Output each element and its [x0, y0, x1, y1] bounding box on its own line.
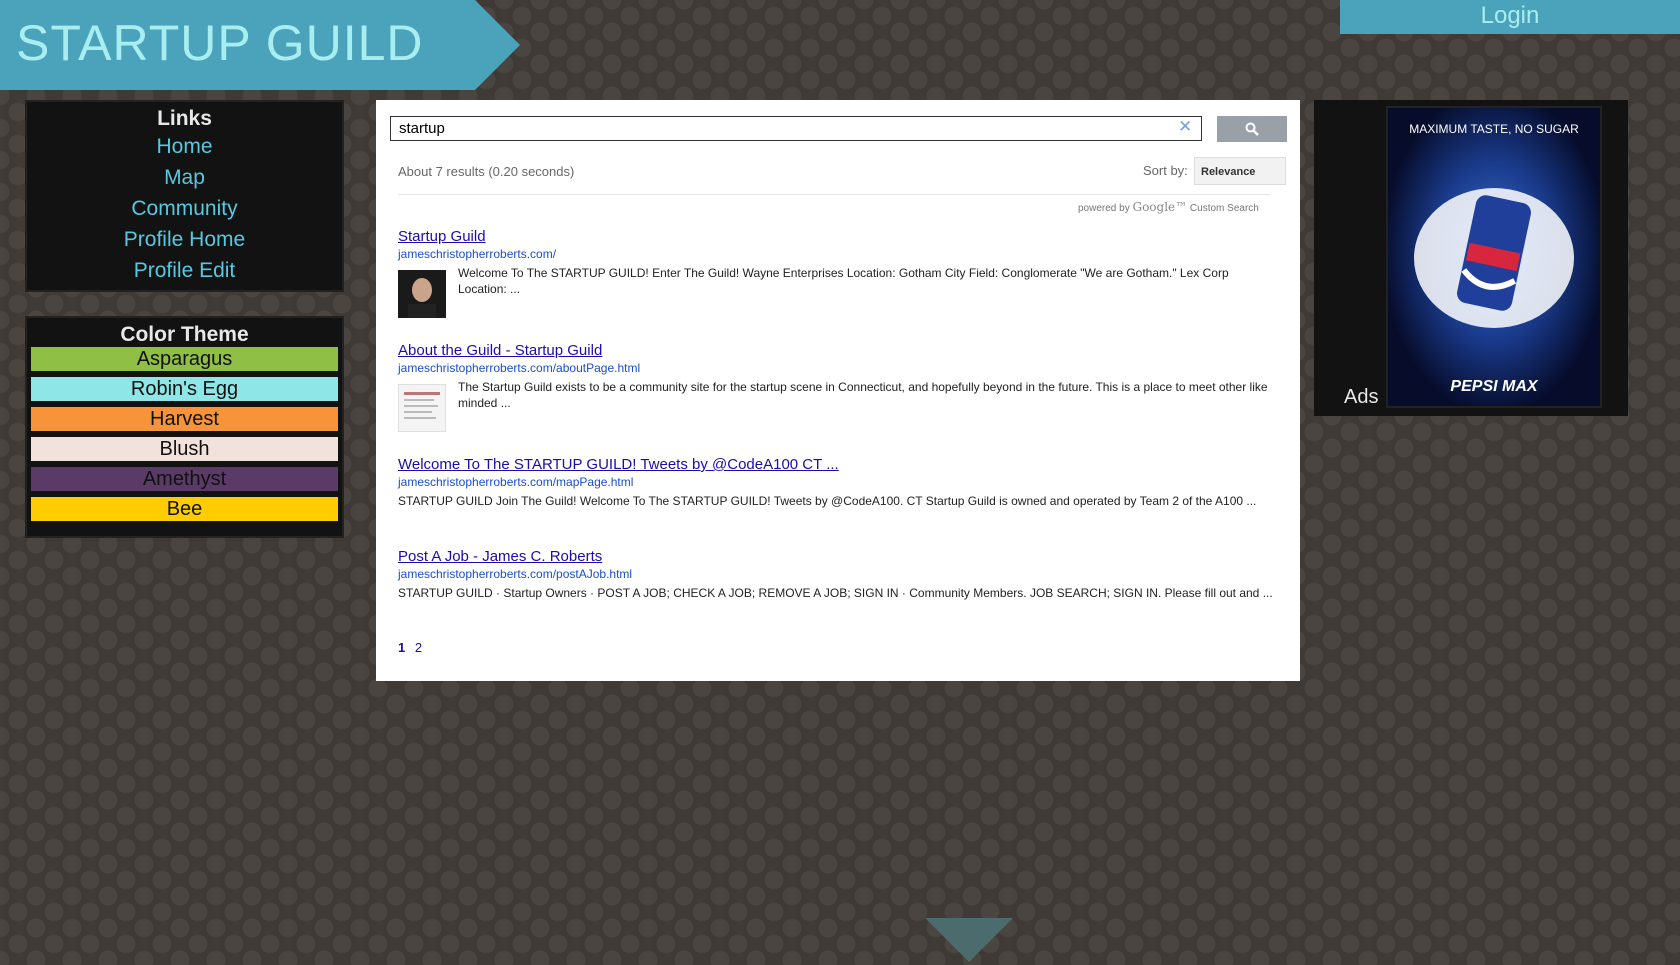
search-result: Welcome To The STARTUP GUILD! Tweets by … [398, 456, 1278, 509]
ad-brand: PEPSI MAX [1450, 378, 1538, 395]
search-icon [1245, 122, 1259, 136]
theme-swatch-asparagus[interactable]: Asparagus [31, 347, 338, 371]
nav-link-profile-edit[interactable]: Profile Edit [27, 255, 342, 286]
result-thumbnail-avatar[interactable] [398, 270, 446, 318]
results-divider [398, 194, 1270, 195]
ads-label: Ads [1344, 386, 1379, 408]
scroll-down-arrow-icon[interactable] [925, 918, 1013, 962]
result-title-link[interactable]: About the Guild - Startup Guild [398, 342, 1278, 359]
result-snippet: Welcome To The STARTUP GUILD! Enter The … [458, 266, 1229, 296]
result-snippet: STARTUP GUILD · Startup Owners · POST A … [398, 586, 1273, 600]
links-heading: Links [157, 107, 212, 130]
search-input[interactable] [390, 116, 1202, 141]
color-theme-heading: Color Theme [120, 323, 249, 346]
nav-link-profile-home[interactable]: Profile Home [27, 224, 342, 255]
result-url[interactable]: jameschristopherroberts.com/ [398, 247, 1278, 261]
result-snippet: The Startup Guild exists to be a communi… [458, 380, 1268, 410]
search-result: Startup Guild jameschristopherroberts.co… [398, 228, 1278, 318]
search-button[interactable] [1217, 116, 1287, 142]
soda-can-icon [1414, 188, 1574, 328]
color-theme-panel: Color Theme Asparagus Robin's Egg Harves… [25, 316, 344, 538]
result-url[interactable]: jameschristopherroberts.com/aboutPage.ht… [398, 361, 1278, 375]
result-title-link[interactable]: Welcome To The STARTUP GUILD! Tweets by … [398, 456, 1278, 473]
theme-swatch-harvest[interactable]: Harvest [31, 407, 338, 431]
ad-tagline: MAXIMUM TASTE, NO SUGAR [1409, 122, 1579, 136]
nav-link-community[interactable]: Community [27, 193, 342, 224]
ads-panel: MAXIMUM TASTE, NO SUGAR PEPSI MAX Ads [1314, 100, 1628, 416]
sort-by-select[interactable]: Relevance [1194, 157, 1286, 185]
search-result: About the Guild - Startup Guild jameschr… [398, 342, 1278, 432]
pagination: 1 2 [398, 640, 428, 655]
powered-by-google: powered by Google™ Custom Search [1078, 200, 1259, 214]
clear-search-icon[interactable]: ✕ [1178, 117, 1192, 137]
result-stats: About 7 results (0.20 seconds) [398, 164, 575, 179]
theme-swatch-amethyst[interactable]: Amethyst [31, 467, 338, 491]
site-banner: STARTUP GUILD [0, 0, 520, 90]
result-title-link[interactable]: Post A Job - James C. Roberts [398, 548, 1278, 565]
sort-by-label: Sort by: [1143, 163, 1188, 178]
links-panel: Links Home Map Community Profile Home Pr… [25, 100, 344, 292]
result-thumbnail-page[interactable] [398, 384, 446, 432]
result-url[interactable]: jameschristopherroberts.com/mapPage.html [398, 475, 1278, 489]
page-link-1[interactable]: 1 [398, 640, 405, 655]
result-title-link[interactable]: Startup Guild [398, 228, 1278, 245]
result-url[interactable]: jameschristopherroberts.com/postAJob.htm… [398, 567, 1278, 581]
search-results-panel: ✕ About 7 results (0.20 seconds) Sort by… [376, 100, 1300, 681]
nav-link-map[interactable]: Map [27, 162, 342, 193]
login-button[interactable]: Login [1340, 0, 1680, 34]
site-title: STARTUP GUILD [16, 15, 424, 71]
result-snippet: STARTUP GUILD Join The Guild! Welcome To… [398, 494, 1257, 508]
theme-swatch-robins-egg[interactable]: Robin's Egg [31, 377, 338, 401]
search-result: Post A Job - James C. Roberts jameschris… [398, 548, 1278, 601]
theme-swatch-bee[interactable]: Bee [31, 497, 338, 521]
pepsi-ad-banner[interactable]: MAXIMUM TASTE, NO SUGAR PEPSI MAX [1386, 106, 1602, 408]
page-link-2[interactable]: 2 [415, 640, 422, 655]
theme-swatch-blush[interactable]: Blush [31, 437, 338, 461]
nav-link-home[interactable]: Home [27, 131, 342, 162]
